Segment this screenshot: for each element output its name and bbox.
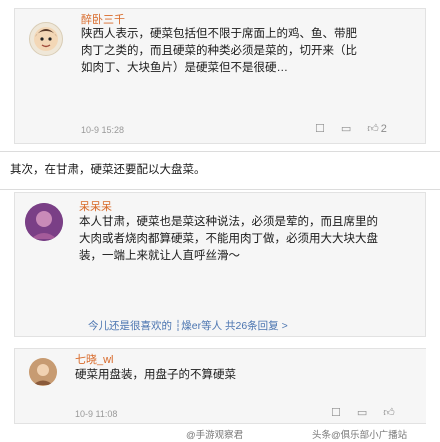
username[interactable]: 七晓_wl xyxy=(75,351,114,367)
like-button[interactable]: 👍︎ 2 xyxy=(367,122,387,136)
like-count: 2 xyxy=(380,122,387,135)
comment-card-1: 醉卧三千 陕西人表示，硬菜包括但不限于席面上的鸡、鱼、带肥肉丁之类的，而且硬菜的… xyxy=(14,8,426,144)
section-text: 其次，在甘肃，硬菜还要配以大盘菜。 xyxy=(10,164,206,176)
share-icon[interactable]: ☐ xyxy=(331,406,341,419)
divider xyxy=(0,189,440,190)
avatar-user-3[interactable] xyxy=(29,358,57,386)
comment-icon[interactable]: ▭ xyxy=(341,122,351,135)
divider xyxy=(0,151,440,152)
timestamp: 10-9 15:28 xyxy=(81,125,125,135)
timestamp: 10-9 11:08 xyxy=(75,409,118,419)
thumbs-up-icon: 👍︎ xyxy=(367,123,379,135)
more-replies-link[interactable]: 今儿还是很喜欢的 ┆燥er等人 共26条回复 > xyxy=(88,318,288,333)
comment-text: 硬菜用盘装，用盘子的不算硬菜 xyxy=(75,369,236,381)
watermark-right: 头条@俱乐部小广播站 xyxy=(312,430,408,441)
cartoon-face-icon xyxy=(34,27,58,51)
comment-icon[interactable]: ▭ xyxy=(357,406,367,419)
avatar-user-2[interactable] xyxy=(25,203,63,241)
username[interactable]: 醉卧三千 xyxy=(81,11,125,27)
comment-text: 陕西人表示，硬菜包括但不限于席面上的鸡、鱼、带肥肉丁之类的，而且硬菜的种类必须是… xyxy=(81,28,357,74)
profile-photo-icon xyxy=(25,203,63,241)
comment-actions: ☐ ▭ 👍︎ xyxy=(331,406,395,419)
comment-text: 本人甘肃，硬菜也是菜这种说法，必须是荤的，而且席里的大肉或者烧肉都算硬菜，不能用… xyxy=(79,216,378,262)
avatar-user-1[interactable] xyxy=(29,22,63,56)
share-icon[interactable]: ☐ xyxy=(315,122,325,135)
username[interactable]: 呆呆呆 xyxy=(79,198,112,214)
watermark-left: @手游观察君 xyxy=(186,430,244,441)
comment-card-2: 呆呆呆 本人甘肃，硬菜也是菜这种说法，必须是荤的，而且席里的大肉或者烧肉都算硬菜… xyxy=(14,192,426,337)
profile-photo-icon xyxy=(29,358,57,386)
thumbs-up-icon[interactable]: 👍︎ xyxy=(383,406,395,419)
comment-actions: ☐ ▭ 👍︎ 2 xyxy=(315,122,387,136)
comment-card-3: 七晓_wl 硬菜用盘装，用盘子的不算硬菜 10-9 11:08 ☐ ▭ 👍︎ xyxy=(14,348,426,424)
